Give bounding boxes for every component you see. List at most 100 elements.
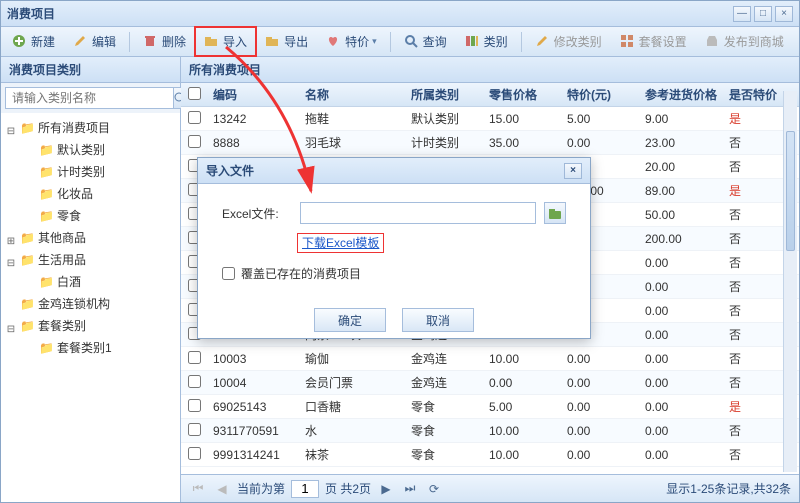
pager-first[interactable]: ⏮ <box>189 481 207 496</box>
tree-toggle-icon <box>24 144 36 156</box>
toolbar-new-button[interactable]: 新建 <box>5 29 62 54</box>
dialog-close-button[interactable]: × <box>564 163 582 179</box>
tree-toggle-icon <box>5 298 17 310</box>
table-row[interactable]: 10003瑜伽金鸡连10.000.000.00否 <box>181 347 799 371</box>
row-checkbox[interactable] <box>188 135 201 148</box>
dialog-title: 导入文件 <box>206 162 254 179</box>
titlebar: 消费项目 — □ × <box>1 1 799 27</box>
column-special[interactable]: 特价(元) <box>561 86 639 103</box>
tree-node[interactable]: 📁金鸡连锁机构 <box>3 293 178 315</box>
row-checkbox[interactable] <box>188 447 201 460</box>
pager-last[interactable]: ⏭ <box>401 481 419 496</box>
toolbar-modcat-button: 修改类别 <box>528 29 609 54</box>
category-search-input[interactable] <box>5 87 174 109</box>
maximize-button[interactable]: □ <box>754 6 772 22</box>
chevron-down-icon: ▾ <box>372 36 377 47</box>
browse-button[interactable] <box>544 202 566 224</box>
row-checkbox[interactable] <box>188 399 201 412</box>
tree-node[interactable]: 📁零食 <box>3 205 178 227</box>
table-row[interactable]: 10004会员门票金鸡连0.000.000.00否 <box>181 371 799 395</box>
toolbar-publish-button: 发布到商城 <box>698 29 791 54</box>
bars-icon <box>465 34 481 50</box>
folder-icon: 📁 <box>39 272 54 292</box>
table-row[interactable]: 9311770591水零食10.000.000.00否 <box>181 419 799 443</box>
ok-button[interactable]: 确定 <box>314 308 386 332</box>
toolbar-catset-button[interactable]: 类别 <box>458 29 515 54</box>
pager-summary: 显示1-25条记录,共32条 <box>666 480 791 497</box>
row-checkbox[interactable] <box>188 351 201 364</box>
folder-icon: 📁 <box>20 228 35 248</box>
file-label: Excel文件: <box>222 205 292 222</box>
tree-toggle-icon <box>24 342 36 354</box>
table-row[interactable]: 13242拖鞋默认类别15.005.009.00是 <box>181 107 799 131</box>
tree-node[interactable]: 📁默认类别 <box>3 139 178 161</box>
row-checkbox[interactable] <box>188 111 201 124</box>
download-template-link[interactable]: 下载Excel模板 <box>300 236 381 250</box>
pencil-icon <box>535 34 551 50</box>
toolbar-query-button[interactable]: 查询 <box>397 29 454 54</box>
tree-node[interactable]: ⊟📁所有消费项目 <box>3 117 178 139</box>
import-dialog: 导入文件 × Excel文件: 下载Excel模板 覆盖已存在的消费项目 确定 … <box>197 157 591 339</box>
pager-total-label: 页 共2页 <box>325 480 371 497</box>
column-code[interactable]: 编码 <box>207 86 299 103</box>
cancel-button[interactable]: 取消 <box>402 308 474 332</box>
toolbar-import-button[interactable]: 导入 <box>197 29 254 54</box>
vertical-scrollbar[interactable] <box>783 91 797 472</box>
table-row[interactable]: 9991314241袜茶零食10.000.000.00否 <box>181 443 799 467</box>
folder-icon: 📁 <box>39 140 54 160</box>
overwrite-label: 覆盖已存在的消费项目 <box>241 265 361 282</box>
grid-title: 所有消费项目 <box>181 57 799 83</box>
column-name[interactable]: 名称 <box>299 86 405 103</box>
folder-icon: 📁 <box>20 294 35 314</box>
plus-icon <box>12 34 28 50</box>
category-tree: ⊟📁所有消费项目📁默认类别📁计时类别📁化妆品📁零食⊞📁其他商品⊟📁生活用品📁白酒… <box>1 113 180 502</box>
overwrite-checkbox[interactable] <box>222 267 235 280</box>
column-price[interactable]: 零售价格 <box>483 86 561 103</box>
row-checkbox[interactable] <box>188 375 201 388</box>
close-button[interactable]: × <box>775 6 793 22</box>
tree-node[interactable]: 📁化妆品 <box>3 183 178 205</box>
toolbar-export-button[interactable]: 导出 <box>258 29 315 54</box>
column-category[interactable]: 所属类别 <box>405 86 483 103</box>
tree-node[interactable]: ⊟📁套餐类别 <box>3 315 178 337</box>
tree-node[interactable]: ⊞📁其他商品 <box>3 227 178 249</box>
sidebar: 消费项目类别 ⊟📁所有消费项目📁默认类别📁计时类别📁化妆品📁零食⊞📁其他商品⊟📁… <box>1 57 181 502</box>
table-row[interactable]: 69025143口香糖零食5.000.000.00是 <box>181 395 799 419</box>
folder-icon: 📁 <box>39 184 54 204</box>
tree-toggle-icon: ⊞ <box>5 232 17 244</box>
toolbar-special-button[interactable]: 特价▾ <box>319 29 384 54</box>
pager-refresh[interactable]: ⟳ <box>425 482 443 496</box>
pager-next[interactable]: ▶ <box>377 482 395 496</box>
pager-page-input[interactable] <box>291 480 319 498</box>
pager: ⏮ ◀ 当前为第 页 共2页 ▶ ⏭ ⟳ 显示1-25条记录,共32条 <box>181 474 799 502</box>
trash-icon <box>143 34 159 50</box>
toolbar-edit-button[interactable]: 编辑 <box>66 29 123 54</box>
window-title: 消费项目 <box>7 5 730 22</box>
column-cost[interactable]: 参考进货价格 <box>639 86 723 103</box>
tree-node[interactable]: 📁套餐类别1 <box>3 337 178 359</box>
heart-icon <box>326 34 342 50</box>
minimize-button[interactable]: — <box>733 6 751 22</box>
tree-node[interactable]: 📁计时类别 <box>3 161 178 183</box>
tree-node[interactable]: 📁白酒 <box>3 271 178 293</box>
search-icon <box>404 34 420 50</box>
tree-toggle-icon: ⊟ <box>5 320 17 332</box>
pager-current-label: 当前为第 <box>237 480 285 497</box>
file-path-input[interactable] <box>300 202 536 224</box>
folder-icon: 📁 <box>39 206 54 226</box>
column-flag[interactable]: 是否特价 <box>723 86 789 103</box>
row-checkbox[interactable] <box>188 423 201 436</box>
folder-icon <box>265 34 281 50</box>
toolbar-delete-button[interactable]: 删除 <box>136 29 193 54</box>
browse-icon <box>548 206 562 220</box>
grid-header: 编码 名称 所属类别 零售价格 特价(元) 参考进货价格 是否特价 <box>181 83 799 107</box>
tree-toggle-icon <box>24 276 36 288</box>
sidebar-title: 消费项目类别 <box>1 57 180 83</box>
shop-icon <box>705 34 721 50</box>
folder-icon: 📁 <box>20 250 35 270</box>
select-all-checkbox[interactable] <box>188 87 201 100</box>
pager-prev[interactable]: ◀ <box>213 482 231 496</box>
table-row[interactable]: 8888羽毛球计时类别35.000.0023.00否 <box>181 131 799 155</box>
tree-node[interactable]: ⊟📁生活用品 <box>3 249 178 271</box>
pencil-icon <box>73 34 89 50</box>
